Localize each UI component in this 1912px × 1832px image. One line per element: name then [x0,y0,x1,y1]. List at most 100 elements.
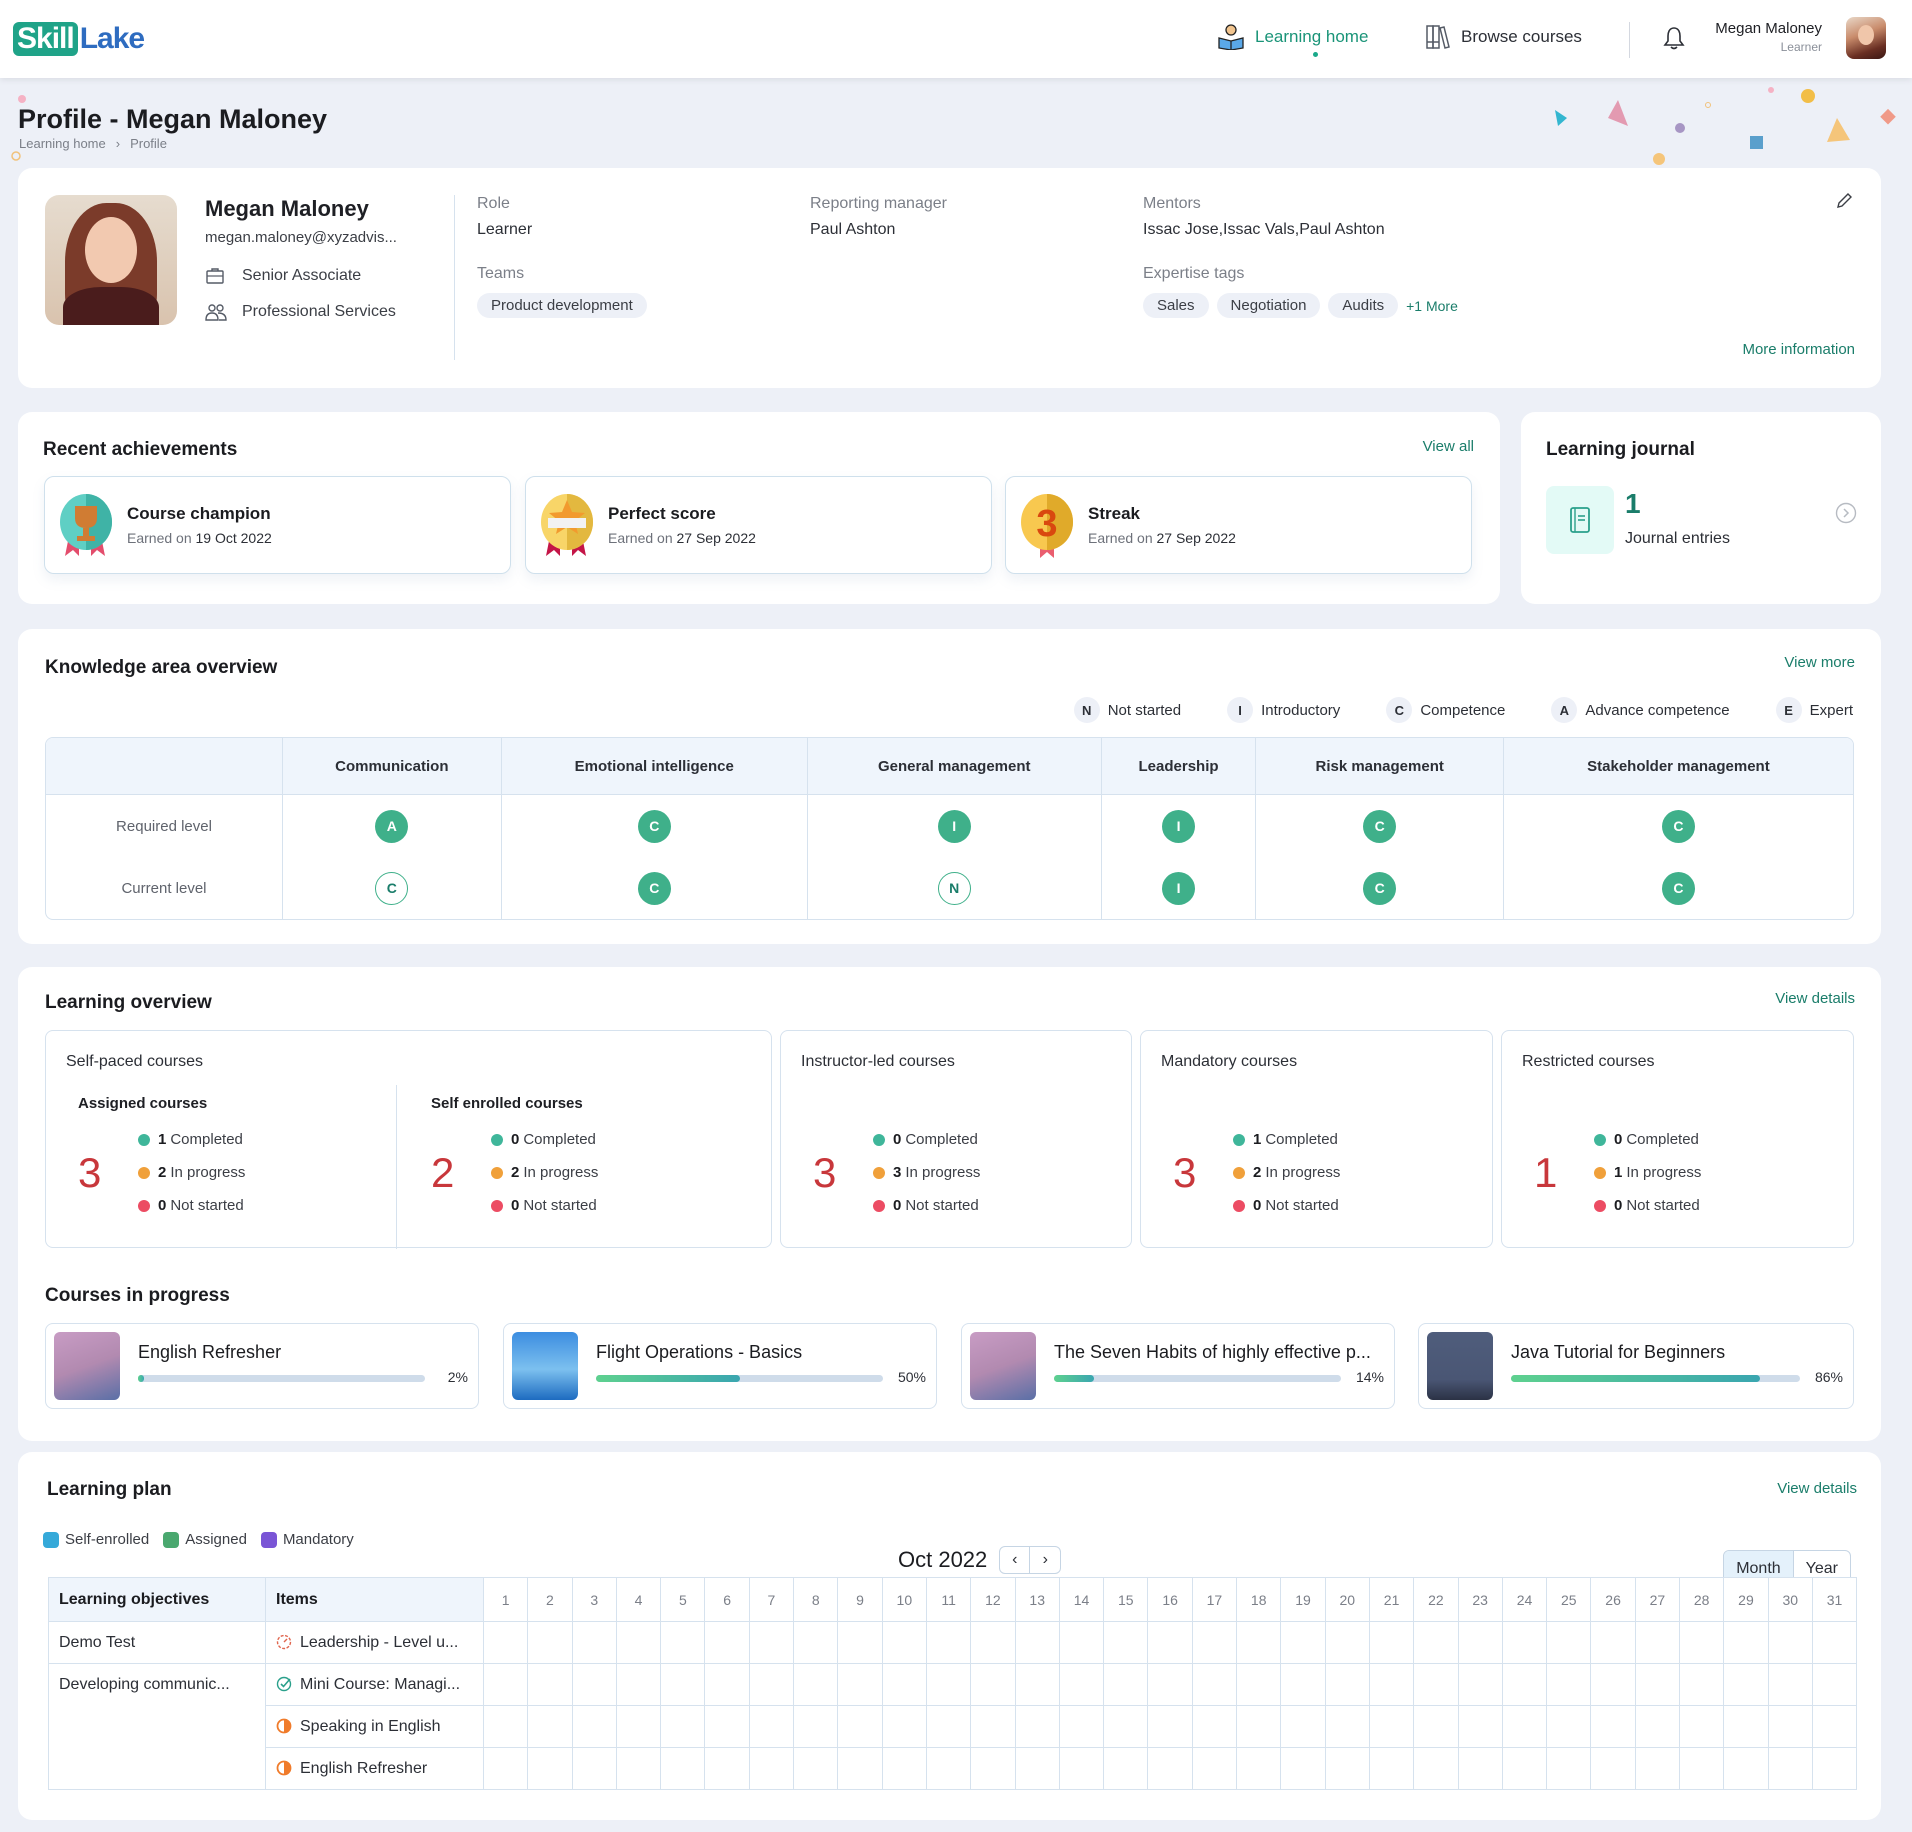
more-information-link[interactable]: More information [1742,341,1855,358]
overview-view-details-link[interactable]: View details [1775,990,1855,1007]
day-cell[interactable] [925,1663,972,1706]
day-cell[interactable] [1501,1747,1548,1790]
day-cell[interactable] [881,1705,927,1748]
day-cell[interactable] [837,1621,883,1664]
learning-journal-card[interactable]: Learning journal 1 Journal entries [1521,412,1881,604]
level-badge[interactable]: I [937,809,971,843]
day-cell[interactable] [1324,1747,1370,1790]
day-cell[interactable] [1103,1705,1149,1748]
day-cell[interactable] [1368,1621,1415,1664]
day-cell[interactable] [1236,1621,1282,1664]
day-cell[interactable] [1811,1663,1858,1706]
day-cell[interactable] [1767,1621,1813,1664]
day-cell[interactable] [704,1747,750,1790]
day-cell[interactable] [1191,1621,1238,1664]
objective-cell[interactable]: Developing communic... [48,1663,266,1790]
day-cell[interactable] [1679,1621,1725,1664]
day-cell[interactable] [1324,1663,1370,1706]
day-cell[interactable] [748,1663,795,1706]
day-cell[interactable] [527,1663,573,1706]
day-cell[interactable] [925,1747,972,1790]
journal-open-button[interactable] [1835,502,1857,529]
day-cell[interactable] [1546,1621,1592,1664]
day-cell[interactable] [925,1705,972,1748]
day-cell[interactable] [1767,1663,1813,1706]
day-cell[interactable] [571,1663,617,1706]
day-cell[interactable] [704,1705,750,1748]
day-cell[interactable] [1191,1663,1238,1706]
day-cell[interactable] [1191,1705,1238,1748]
day-cell[interactable] [1679,1747,1725,1790]
day-cell[interactable] [527,1747,573,1790]
nav-learning-home[interactable]: Learning home [1217,24,1368,50]
course-card[interactable]: Flight Operations - Basics 50% [503,1323,937,1409]
level-badge[interactable]: I [1162,809,1196,843]
day-cell[interactable] [970,1663,1016,1706]
day-cell[interactable] [1546,1663,1592,1706]
edit-profile-button[interactable] [1835,192,1853,215]
day-cell[interactable] [1634,1747,1681,1790]
day-cell[interactable] [1501,1705,1548,1748]
day-cell[interactable] [748,1705,795,1748]
day-cell[interactable] [1280,1747,1326,1790]
day-cell[interactable] [615,1621,662,1664]
day-cell[interactable] [571,1621,617,1664]
day-cell[interactable] [1723,1663,1769,1706]
day-cell[interactable] [1014,1705,1060,1748]
day-cell[interactable] [1501,1621,1548,1664]
course-card[interactable]: Java Tutorial for Beginners 86% [1418,1323,1854,1409]
day-cell[interactable] [837,1747,883,1790]
day-cell[interactable] [1723,1705,1769,1748]
level-badge[interactable]: C [1363,871,1397,905]
level-badge[interactable]: C [375,871,409,905]
day-cell[interactable] [1147,1747,1193,1790]
level-badge[interactable]: C [637,871,671,905]
level-badge[interactable]: I [1162,871,1196,905]
level-badge[interactable]: C [1363,809,1397,843]
view-all-achievements-link[interactable]: View all [1423,438,1474,455]
day-cell[interactable] [1280,1705,1326,1748]
day-cell[interactable] [1147,1705,1193,1748]
notifications-button[interactable] [1663,26,1685,55]
item-cell[interactable]: Speaking in English [265,1705,484,1748]
achievement-card[interactable]: 3 Streak Earned on 27 Sep 2022 [1005,476,1472,574]
day-cell[interactable] [793,1663,839,1706]
day-cell[interactable] [1811,1621,1858,1664]
day-cell[interactable] [482,1705,529,1748]
day-cell[interactable] [527,1621,573,1664]
day-cell[interactable] [1103,1621,1149,1664]
day-cell[interactable] [482,1663,529,1706]
level-badge[interactable]: N [937,871,971,905]
day-cell[interactable] [925,1621,972,1664]
day-cell[interactable] [748,1621,795,1664]
day-cell[interactable] [1280,1663,1326,1706]
user-menu[interactable]: Megan Maloney Learner [1715,20,1822,54]
day-cell[interactable] [1811,1705,1858,1748]
day-cell[interactable] [1236,1705,1282,1748]
day-cell[interactable] [1457,1747,1503,1790]
day-cell[interactable] [1413,1705,1459,1748]
day-cell[interactable] [1501,1663,1548,1706]
day-cell[interactable] [1723,1747,1769,1790]
expertise-more-link[interactable]: +1 More [1406,298,1458,314]
day-cell[interactable] [1767,1747,1813,1790]
day-cell[interactable] [1058,1663,1105,1706]
day-cell[interactable] [970,1705,1016,1748]
day-cell[interactable] [1368,1705,1415,1748]
day-cell[interactable] [482,1621,529,1664]
day-cell[interactable] [1590,1621,1636,1664]
day-cell[interactable] [881,1747,927,1790]
day-cell[interactable] [1324,1705,1370,1748]
day-cell[interactable] [1324,1621,1370,1664]
day-cell[interactable] [881,1621,927,1664]
achievement-card[interactable]: Course champion Earned on 19 Oct 2022 [44,476,511,574]
day-cell[interactable] [970,1621,1016,1664]
day-cell[interactable] [1767,1705,1813,1748]
day-cell[interactable] [1679,1663,1725,1706]
day-cell[interactable] [1634,1621,1681,1664]
day-cell[interactable] [1590,1663,1636,1706]
item-cell[interactable]: Leadership - Level u... [265,1621,484,1664]
day-cell[interactable] [1413,1747,1459,1790]
user-avatar[interactable] [1846,17,1886,59]
day-cell[interactable] [1280,1621,1326,1664]
